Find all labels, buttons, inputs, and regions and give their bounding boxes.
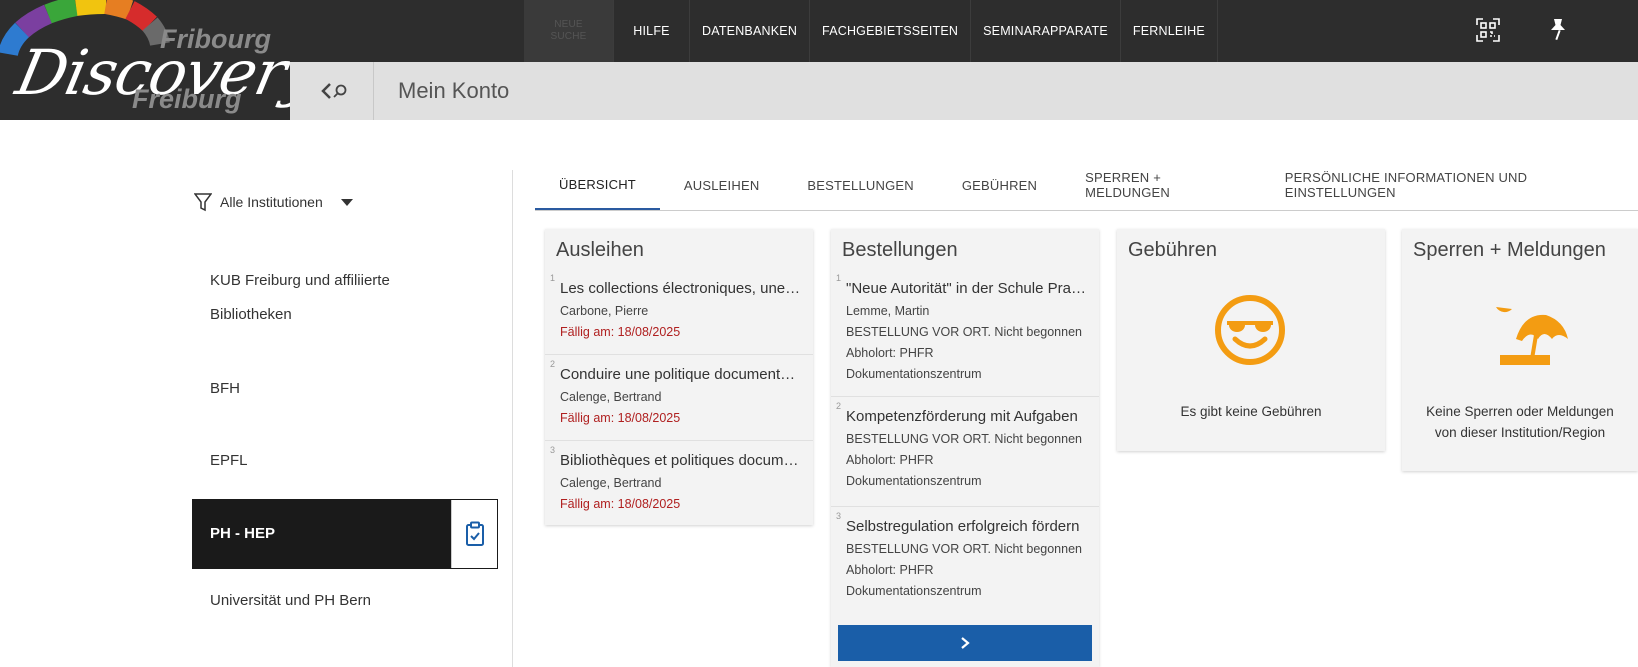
institution-label: PH - HEP: [210, 525, 276, 542]
item-pickup-location: Dokumentationszentrum: [846, 367, 982, 381]
back-search-icon: [320, 83, 346, 99]
item-number: 1: [836, 273, 842, 283]
blocks-empty-line-2: von dieser Institution/Region: [1434, 425, 1606, 440]
institution-item-bfh[interactable]: BFH: [210, 372, 240, 406]
item-due-date: Fällig am: 18/08/2025: [560, 497, 681, 511]
nav-course-reserves[interactable]: SEMINARAPPARATE: [971, 0, 1121, 62]
institution-filter[interactable]: Alle Institutionen: [194, 192, 353, 212]
item-pickup: Abholort: PHFR: [846, 453, 934, 467]
institution-item-epfl[interactable]: EPFL: [210, 444, 248, 478]
tab-loans[interactable]: AUSLEIHEN: [660, 160, 784, 210]
item-pickup: Abholort: PHFR: [846, 563, 934, 577]
top-icons: [1468, 10, 1578, 50]
item-title[interactable]: "Neue Autorität" in der Schule Praxis: [846, 277, 1087, 301]
fees-empty-message: Es gibt keine Gebühren: [1180, 404, 1322, 419]
chevron-right-icon: [961, 637, 970, 649]
requests-card-title[interactable]: Bestellungen: [831, 229, 1099, 269]
loans-card: Ausleihen 1 Les collections électronique…: [545, 229, 813, 525]
tab-overview[interactable]: ÜBERSICHT: [535, 160, 660, 210]
pin-icon[interactable]: [1538, 10, 1578, 50]
qr-code-icon[interactable]: [1468, 10, 1508, 50]
list-item[interactable]: 3 Bibliothèques et politiques documentai…: [545, 441, 813, 525]
tab-personal-settings[interactable]: PERSÖNLICHE INFORMATIONEN UND EINSTELLUN…: [1261, 160, 1638, 210]
nav-databases[interactable]: DATENBANKEN: [690, 0, 811, 62]
tab-requests[interactable]: BESTELLUNGEN: [783, 160, 937, 210]
item-pickup-location: Dokumentationszentrum: [846, 474, 982, 488]
tab-fees[interactable]: GEBÜHREN: [938, 160, 1061, 210]
site-logo[interactable]: Fribourg Discovery Freiburg: [0, 0, 290, 120]
chevron-down-icon: [340, 198, 353, 206]
panel-divider: [512, 170, 513, 667]
list-item[interactable]: 1 Les collections électroniques, une ...…: [545, 269, 813, 355]
loans-card-title[interactable]: Ausleihen: [545, 229, 813, 269]
item-status: BESTELLUNG VOR ORT. Nicht begonnen: [846, 432, 1082, 446]
requests-card: Bestellungen 1 "Neue Autorität" in der S…: [831, 229, 1099, 667]
institution-panel: Alle Institutionen KUB Freiburg und affi…: [0, 120, 514, 667]
item-title[interactable]: Les collections électroniques, une ...: [560, 277, 801, 301]
item-number: 1: [550, 273, 556, 283]
list-item[interactable]: 2 Kompetenzförderung mit Aufgaben BESTEL…: [831, 397, 1099, 507]
list-item[interactable]: 2 Conduire une politique documentaire Ca…: [545, 355, 813, 441]
item-title[interactable]: Kompetenzförderung mit Aufgaben: [846, 405, 1087, 429]
item-number: 2: [550, 359, 556, 369]
back-to-search-button[interactable]: [296, 62, 374, 120]
beach-umbrella-icon: [1496, 307, 1568, 365]
blocks-empty-message: Keine Sperren oder Meldungen von dieser …: [1402, 401, 1638, 443]
blocks-card: Sperren + Meldungen Keine Sperren oder M…: [1402, 229, 1638, 471]
filter-label: Alle Institutionen: [220, 194, 323, 210]
page-title: Mein Konto: [398, 78, 510, 103]
main-nav: NEUE SUCHE HILFE DATENBANKEN FACHGEBIETS…: [524, 0, 1218, 62]
list-item[interactable]: 1 "Neue Autorität" in der Schule Praxis …: [831, 269, 1099, 397]
fees-card-title[interactable]: Gebühren: [1117, 229, 1385, 269]
item-number: 3: [836, 511, 842, 521]
item-title[interactable]: Selbstregulation erfolgreich fördern: [846, 515, 1087, 539]
item-author: Lemme, Martin: [846, 304, 930, 318]
item-status: BESTELLUNG VOR ORT. Nicht begonnen: [846, 542, 1082, 556]
institution-item-bern[interactable]: Universität und PH Bern: [210, 584, 371, 618]
item-due-date: Fällig am: 18/08/2025: [560, 325, 681, 339]
nav-interlibrary-loan[interactable]: FERNLEIHE: [1121, 0, 1218, 62]
nav-help[interactable]: HILFE: [614, 0, 690, 62]
blocks-card-title[interactable]: Sperren + Meldungen: [1402, 229, 1638, 269]
logo-text-freiburg: Freiburg: [132, 84, 242, 114]
institution-item-kub[interactable]: KUB Freiburg und affiliierte Bibliotheke…: [210, 264, 390, 332]
institution-label: Bibliotheken: [210, 306, 292, 323]
account-tabs: ÜBERSICHT AUSLEIHEN BESTELLUNGEN GEBÜHRE…: [535, 160, 1638, 210]
nav-subject-pages[interactable]: FACHGEBIETSSEITEN: [810, 0, 972, 62]
sunglasses-smiley-icon: [1215, 295, 1285, 365]
filter-icon: [194, 193, 212, 212]
item-number: 2: [836, 401, 842, 411]
item-author: Carbone, Pierre: [560, 304, 649, 318]
item-author: Calenge, Bertrand: [560, 476, 662, 490]
tab-blocks-messages[interactable]: SPERREN + MELDUNGEN: [1061, 160, 1261, 210]
show-more-requests-button[interactable]: [838, 625, 1092, 661]
item-title[interactable]: Bibliothèques et politiques documentaire…: [560, 449, 801, 473]
item-pickup: Abholort: PHFR: [846, 346, 934, 360]
item-pickup-location: Dokumentationszentrum: [846, 584, 982, 598]
item-number: 3: [550, 445, 556, 455]
fees-card: Gebühren Es gibt keine Gebühren: [1117, 229, 1385, 451]
item-status: BESTELLUNG VOR ORT. Nicht begonnen: [846, 325, 1082, 339]
institution-label: KUB Freiburg und affiliierte: [210, 272, 390, 289]
item-author: Calenge, Bertrand: [560, 390, 662, 404]
tabs-divider: [535, 210, 1638, 211]
institution-item-ph-hep[interactable]: PH - HEP: [192, 499, 498, 569]
blocks-empty-line-1: Keine Sperren oder Meldungen: [1426, 404, 1614, 419]
clipboard-check-icon[interactable]: [451, 500, 497, 568]
list-item[interactable]: 3 Selbstregulation erfolgreich fördern B…: [831, 507, 1099, 615]
item-due-date: Fällig am: 18/08/2025: [560, 411, 681, 425]
item-title[interactable]: Conduire une politique documentaire: [560, 363, 801, 387]
nav-new-search[interactable]: NEUE SUCHE: [524, 0, 614, 62]
